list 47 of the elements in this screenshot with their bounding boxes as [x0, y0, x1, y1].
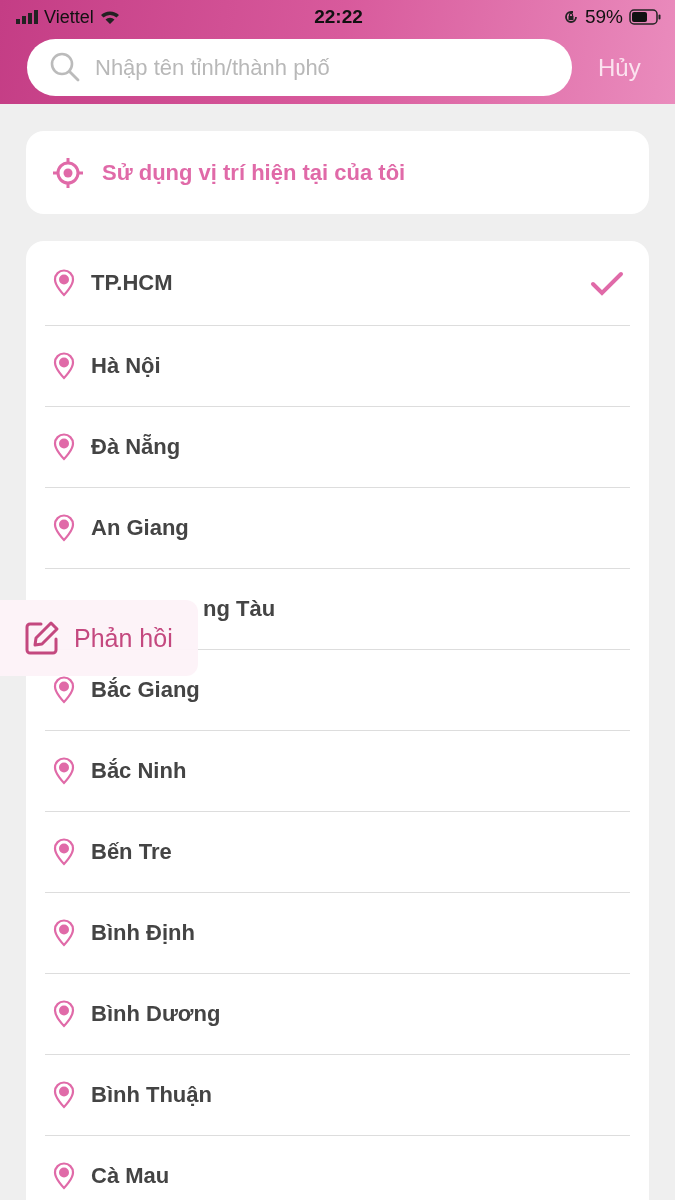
city-name: Bình Thuận: [91, 1082, 212, 1108]
city-row[interactable]: Bình Định: [45, 893, 630, 974]
pin-icon: [53, 838, 75, 866]
pin-icon: [53, 1162, 75, 1190]
city-row[interactable]: Bến Tre: [45, 812, 630, 893]
search-icon: [49, 51, 81, 83]
crosshair-icon: [52, 156, 84, 189]
city-name: Hà Nội: [91, 353, 161, 379]
city-row[interactable]: Đà Nẵng: [45, 407, 630, 488]
city-name: Bắc Giang: [91, 677, 200, 703]
checkmark-icon: [590, 270, 624, 296]
rotation-lock-icon: [562, 9, 579, 25]
city-row[interactable]: TP.HCM: [45, 241, 630, 326]
pin-icon: [53, 757, 75, 785]
pin-icon: [53, 433, 75, 461]
status-time: 22:22: [314, 6, 363, 28]
pin-icon: [53, 1081, 75, 1109]
city-name: Bình Dương: [91, 1001, 221, 1027]
city-name: Bình Định: [91, 920, 195, 946]
pin-icon: [53, 514, 75, 542]
city-name: An Giang: [91, 515, 189, 541]
search-field[interactable]: Nhập tên tỉnh/thành phố: [27, 39, 572, 96]
city-name: Bến Tre: [91, 839, 172, 865]
feedback-button[interactable]: Phản hồi: [0, 600, 198, 676]
pin-icon: [53, 919, 75, 947]
signal-icon: [16, 10, 38, 24]
battery-icon: [629, 9, 661, 25]
city-name: TP.HCM: [91, 270, 173, 296]
city-name[interactable]: ng Tàu: [203, 596, 276, 622]
city-name: Đà Nẵng: [91, 434, 181, 460]
carrier-name: Viettel: [44, 6, 94, 28]
current-location-label: Sử dụng vị trí hiện tại của tôi: [102, 159, 406, 186]
wifi-icon: [99, 10, 120, 24]
city-name: Bắc Ninh: [91, 758, 187, 784]
battery-percent: 59%: [584, 6, 623, 28]
pin-icon: [53, 269, 75, 297]
city-row[interactable]: Bắc Ninh: [45, 731, 630, 812]
city-row[interactable]: Bình Dương: [45, 974, 630, 1055]
city-row[interactable]: Cà Mau: [45, 1136, 630, 1200]
pin-icon: [53, 676, 75, 704]
edit-icon: [24, 620, 60, 656]
city-row[interactable]: Hà Nội: [45, 326, 630, 407]
city-row[interactable]: Bình Thuận: [45, 1055, 630, 1136]
city-name: Cà Mau: [91, 1163, 170, 1189]
pin-icon: [53, 352, 75, 380]
pin-icon: [53, 1000, 75, 1028]
city-row[interactable]: An Giang: [45, 488, 630, 569]
